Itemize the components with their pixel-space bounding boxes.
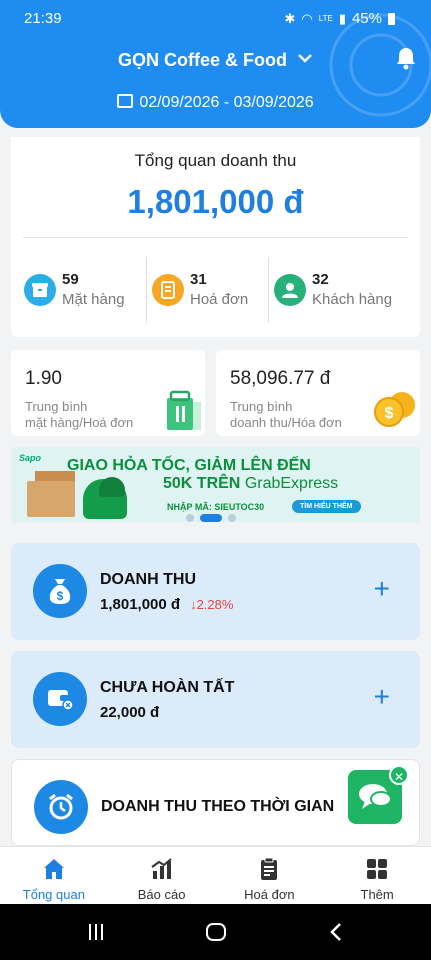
stat-customers[interactable]: 32 Khách hàng [274, 271, 392, 308]
signal-icon: ▮ [338, 10, 346, 26]
avg-revenue-sublabel: doanh thu/Hóa đơn [230, 415, 342, 430]
store-selector[interactable]: GỌN Coffee & Food [0, 50, 431, 71]
promo-headline: GIAO HỎA TỐC, GIẢM LÊN ĐẾN [67, 457, 311, 474]
revenue-tile-value: 1,801,000 đ [100, 596, 181, 613]
alarm-clock-icon [34, 780, 88, 834]
divider [268, 257, 269, 323]
coins-icon: $ [374, 392, 415, 427]
battery-percent: 45% [351, 10, 382, 27]
promo-banner[interactable]: Sapo GIAO HỎA TỐC, GIẢM LÊN ĐẾN 50K TRÊN… [11, 447, 420, 522]
status-icons: ✱ ◠ LTE ▮ 45% [284, 10, 395, 27]
pending-tile-title: CHƯA HOÀN TẤT [100, 679, 235, 696]
promo-code: NHẬP MÃ: SIEUTOC30 [167, 502, 265, 512]
promo-offer: 50K TRÊN GrabExpress [163, 475, 338, 493]
home-icon [43, 859, 64, 879]
money-bag-icon: $ [33, 564, 87, 618]
network-label: LTE [318, 14, 333, 23]
back-icon[interactable] [328, 922, 344, 942]
pending-tile-value: 22,000 đ [100, 704, 160, 721]
stat-customers-label: Khách hàng [312, 291, 393, 308]
user-icon [274, 273, 306, 306]
tab-more-label: Thêm [360, 887, 394, 902]
calendar-icon [117, 94, 134, 108]
overview-title: Tổng quan doanh thu [134, 151, 297, 170]
tab-overview-label: Tổng quan [22, 887, 85, 902]
revenue-over-time-title: DOANH THU THEO THỜI GIAN [101, 798, 335, 815]
bar-chart-icon [151, 858, 172, 879]
promo-cta-button[interactable]: TÌM HIỂU THÊM [292, 500, 361, 513]
avg-revenue-card[interactable]: 58,096.77 đ Trung bình doanh thu/Hóa đơn… [216, 350, 420, 436]
carousel-dot-active[interactable] [200, 514, 222, 522]
avg-revenue-label: Trung bình [230, 399, 293, 414]
carousel-dot[interactable] [228, 514, 236, 522]
tab-overview[interactable]: Tổng quan [0, 847, 108, 904]
tab-more[interactable]: Thêm [323, 847, 431, 904]
avg-items-card[interactable]: 1.90 Trung bình mặt hàng/Hoá đơn [11, 350, 205, 436]
bell-icon[interactable] [395, 46, 417, 70]
stat-items[interactable]: 59 Mặt hàng [24, 271, 125, 308]
parcel-illustration [27, 481, 75, 517]
revenue-tile-title: DOANH THU [100, 571, 196, 588]
date-range: 02/09/2026 - 03/09/2026 [139, 94, 314, 111]
rider-helmet [99, 477, 125, 497]
date-range-selector[interactable]: 02/09/2026 - 03/09/2026 [0, 94, 431, 112]
revenue-tile-value-row: 1,801,000 đ ↓2.28% [100, 596, 233, 613]
recent-apps-icon[interactable] [86, 922, 106, 942]
pending-tile[interactable]: CHƯA HOÀN TẤT 22,000 đ + [11, 651, 420, 748]
avg-items-value: 1.90 [25, 368, 62, 389]
shopping-bag-icon [167, 390, 201, 430]
wallet-cancel-icon [33, 672, 87, 726]
app-header: 21:39 ✱ ◠ LTE ▮ 45% GỌN Coffee & Food 02… [0, 0, 431, 128]
receipt-icon [152, 273, 184, 306]
carousel-dot[interactable] [186, 514, 194, 522]
store-name: GỌN Coffee & Food [118, 50, 287, 70]
stat-invoices-label: Hoá đơn [190, 291, 249, 308]
tab-reports-label: Báo cáo [137, 887, 186, 902]
expand-plus-icon[interactable]: + [374, 681, 390, 713]
avg-items-label: Trung bình [25, 399, 88, 414]
clipboard-icon [261, 857, 278, 880]
status-bar: 21:39 ✱ ◠ LTE ▮ 45% [0, 0, 431, 36]
close-chat-icon[interactable]: ✕ [389, 765, 409, 785]
revenue-overview-card: Tổng quan doanh thu 1,801,000 đ 59 Mặt h… [11, 137, 420, 337]
chat-icon [359, 784, 392, 809]
revenue-tile[interactable]: $ DOANH THU 1,801,000 đ ↓2.28% + [11, 543, 420, 640]
promo-partner: GrabExpress [244, 475, 339, 492]
home-nav-icon[interactable] [205, 922, 227, 942]
stat-items-value: 59 [62, 271, 79, 288]
tab-reports[interactable]: Báo cáo [108, 847, 216, 904]
tab-invoices[interactable]: Hoá đơn [216, 847, 324, 904]
bottom-tab-bar: Tổng quan Báo cáo Hoá đơn Thêm [0, 846, 431, 904]
carousel-indicator[interactable] [186, 514, 236, 522]
wifi-icon: ◠ [301, 10, 313, 26]
system-nav-bar [0, 904, 431, 960]
svg-text:$: $ [57, 589, 64, 603]
status-time: 21:39 [24, 10, 62, 27]
divider [23, 237, 408, 238]
bluetooth-icon: ✱ [284, 10, 296, 26]
stat-customers-value: 32 [312, 271, 329, 288]
box-icon [24, 273, 56, 306]
overview-amount: 1,801,000 đ [127, 183, 304, 220]
divider [146, 257, 147, 323]
revenue-change: ↓2.28% [190, 597, 234, 612]
battery-icon [388, 12, 395, 25]
stat-invoices[interactable]: 31 Hoá đơn [152, 271, 248, 308]
grid-icon [367, 859, 388, 879]
avg-items-sublabel: mặt hàng/Hoá đơn [25, 415, 134, 430]
stat-items-label: Mặt hàng [62, 291, 125, 308]
svg-text:$: $ [385, 405, 394, 422]
promo-amount: 50K TRÊN [163, 475, 241, 492]
expand-plus-icon[interactable]: + [374, 573, 390, 605]
stat-invoices-value: 31 [190, 271, 207, 288]
tab-invoices-label: Hoá đơn [244, 887, 295, 902]
avg-revenue-value: 58,096.77 đ [230, 368, 331, 389]
chevron-down-icon [297, 51, 313, 67]
brand-logo: Sapo [19, 453, 42, 463]
